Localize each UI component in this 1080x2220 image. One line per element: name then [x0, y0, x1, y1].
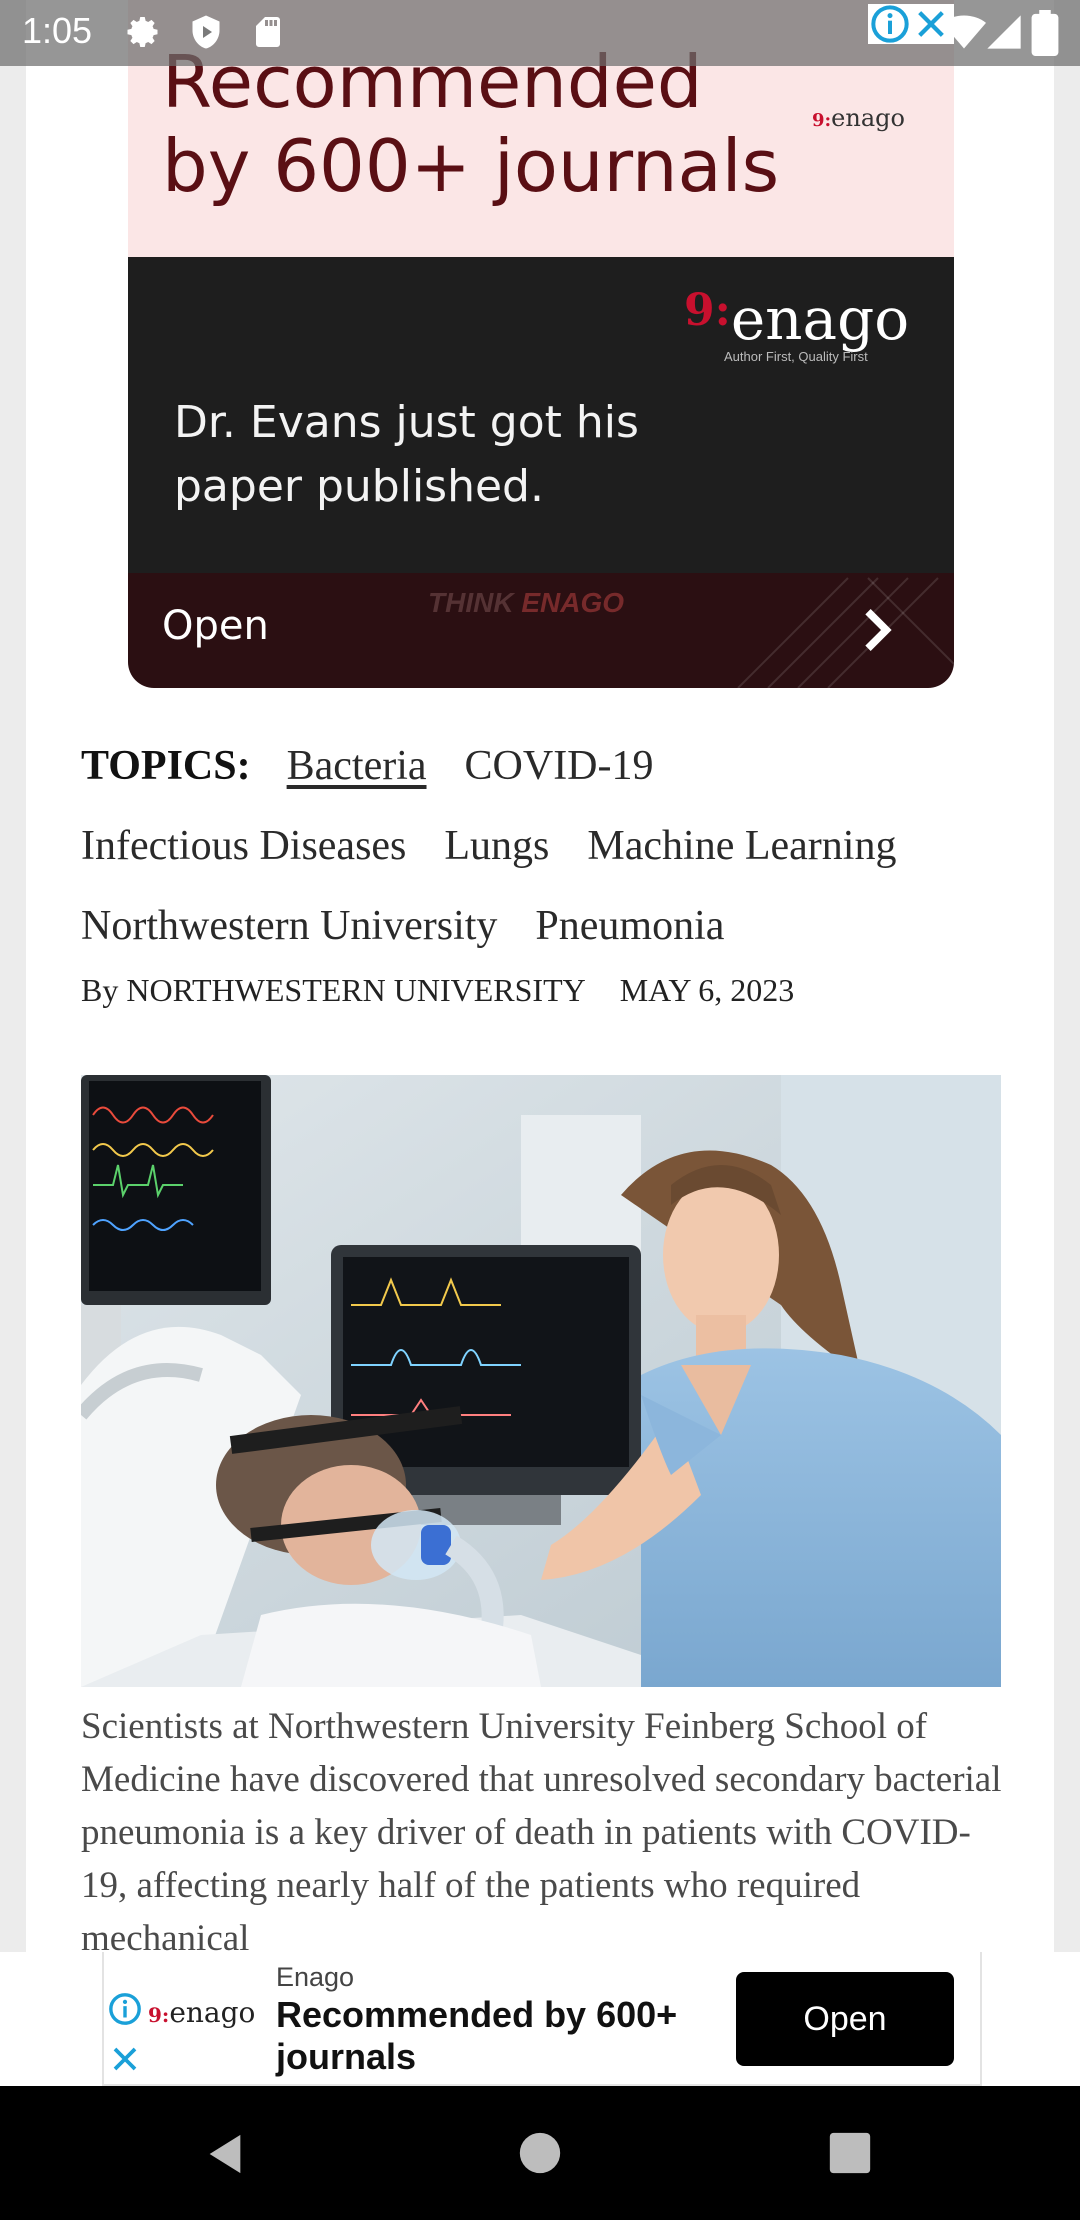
battery-icon: [1031, 10, 1059, 56]
topic-tag-bacteria[interactable]: Bacteria: [287, 743, 427, 789]
topics-label: TOPICS:: [81, 743, 251, 789]
recents-icon[interactable]: [828, 2131, 872, 2175]
article-hero-image: [81, 1075, 1001, 1687]
banner-advertiser: Enago: [276, 1962, 355, 1992]
ad-open-label[interactable]: Open: [162, 603, 269, 649]
byline-date: MAY 6, 2023: [619, 972, 795, 1008]
topic-tag-machine-learning[interactable]: Machine Learning: [587, 823, 896, 869]
enago-logo: 9:enago Author First, Quality First: [684, 285, 910, 364]
byline-author: By NORTHWESTERN UNIVERSITY: [81, 972, 586, 1008]
ad-message-panel: 9:enago Author First, Quality First Dr. …: [128, 257, 954, 573]
ad-open-bar[interactable]: Open THINK ENAGO: [128, 573, 954, 688]
banner-title[interactable]: Recommended by 600+ journals: [276, 1994, 716, 2078]
ad-choices-badge[interactable]: [868, 4, 954, 44]
info-icon[interactable]: [870, 4, 910, 44]
topic-tag-lungs[interactable]: Lungs: [444, 823, 549, 869]
close-icon[interactable]: [110, 2044, 140, 2074]
chevron-right-icon[interactable]: [858, 605, 898, 655]
image-caption: Scientists at Northwestern University Fe…: [81, 1706, 1002, 1959]
enago-logo-small: 9:enago: [812, 104, 905, 132]
ad-message: Dr. Evans just got his paper published.: [174, 397, 639, 512]
topic-tag-northwestern-university[interactable]: Northwestern University: [81, 903, 497, 949]
topic-tag-covid-19[interactable]: COVID-19: [465, 743, 654, 789]
enago-logo-small: 9:enago: [148, 1996, 256, 2029]
navigation-bar: [0, 2086, 1080, 2220]
home-icon[interactable]: [518, 2131, 562, 2175]
byline: By NORTHWESTERN UNIVERSITY MAY 6, 2023: [81, 972, 794, 1009]
close-icon[interactable]: [914, 7, 948, 41]
sd-card-icon: [256, 17, 280, 47]
banner-open-button[interactable]: Open: [736, 1972, 954, 2066]
top-ad[interactable]: Recommended by 600+ journals 9:enago 9:e…: [128, 0, 954, 688]
shield-play-icon: [192, 15, 220, 49]
back-icon[interactable]: [202, 2131, 248, 2177]
topics-list: TOPICS: Bacteria COVID-19 Infectious Diseas…: [81, 726, 1021, 966]
gear-icon: [127, 17, 158, 48]
info-icon[interactable]: [108, 1992, 142, 2026]
status-time: 1:05: [22, 10, 93, 51]
topic-tag-pneumonia[interactable]: Pneumonia: [535, 903, 724, 949]
bottom-banner-ad[interactable]: 9:enago Enago Recommended by 600+ journa…: [0, 1952, 1080, 2086]
signal-icon: [987, 15, 1021, 49]
ad-watermark: THINK ENAGO: [428, 587, 625, 618]
nurse-patient-illustration: [81, 1075, 1001, 1687]
topic-tag-infectious-diseases[interactable]: Infectious Diseases: [81, 823, 406, 869]
